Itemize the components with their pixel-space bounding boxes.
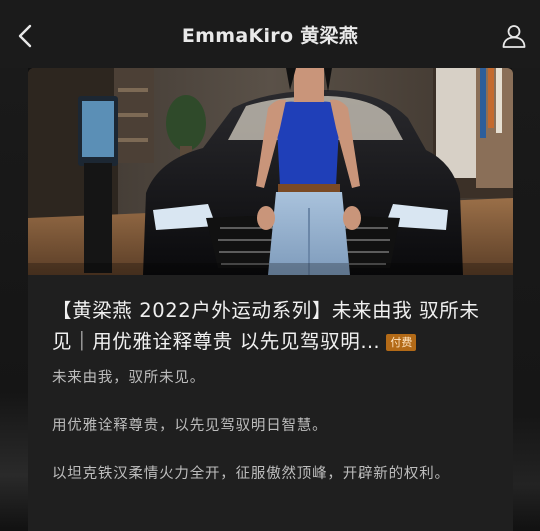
back-button[interactable] [10, 20, 42, 52]
article-paragraph-1: 未来由我，驭所未见。 [52, 370, 205, 386]
background-right-edge [512, 68, 540, 531]
background-left-edge [0, 68, 28, 531]
cover-image [28, 68, 513, 275]
chevron-left-icon [18, 24, 32, 48]
article-body: 【黄梁燕 2022户外运动系列】未来由我 驭所未见｜用优雅诠释尊贵 以先见驾驭明… [28, 275, 513, 488]
top-nav-bar: EmmaKiro 黄梁燕 [0, 0, 540, 68]
paid-badge: 付费 [386, 334, 417, 351]
profile-button[interactable] [498, 20, 530, 52]
article-title[interactable]: 【黄梁燕 2022户外运动系列】未来由我 驭所未见｜用优雅诠释尊贵 以先见驾驭明… [52, 295, 489, 357]
page-title: EmmaKiro 黄梁燕 [181, 24, 359, 47]
app-screen: EmmaKiro 黄梁燕 【黄梁燕 2022户外运动系列】未来由我 驭所未见｜用… [0, 0, 540, 531]
article-paragraph-2: 用优雅诠释尊贵，以先见驾驭明日智慧。 [52, 418, 328, 434]
article-paragraph-3: 以坦克铁汉柔情火力全开，征服傲然顶峰，开辟新的权利。 [52, 466, 450, 482]
article-card[interactable]: 【黄梁燕 2022户外运动系列】未来由我 驭所未见｜用优雅诠释尊贵 以先见驾驭明… [28, 68, 513, 531]
user-icon [502, 25, 526, 48]
